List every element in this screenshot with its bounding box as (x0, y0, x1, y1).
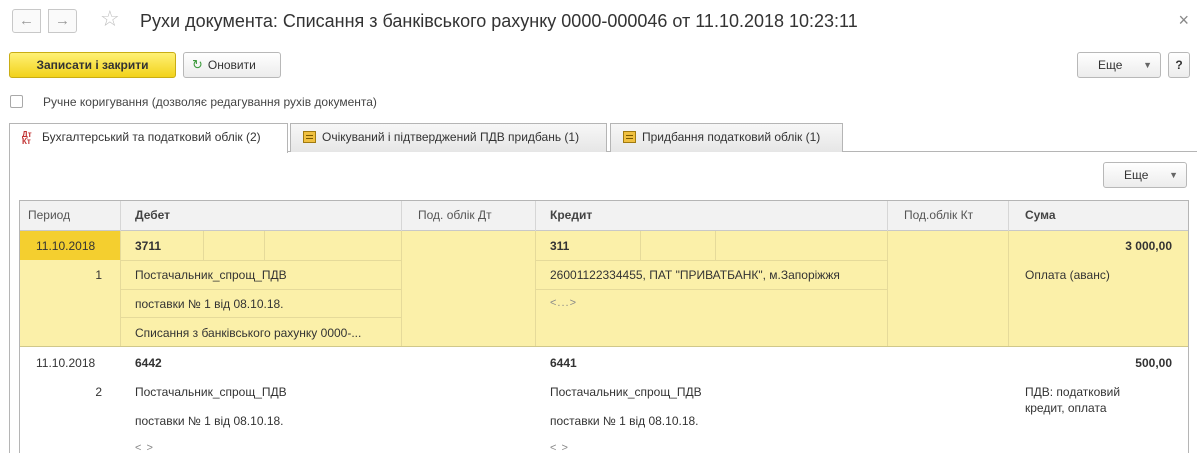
tab-accounting[interactable]: Дт Кт Бухгалтерський та податковий облік (… (9, 123, 288, 153)
register-icon (623, 130, 636, 143)
refresh-icon: ↻ (192, 57, 203, 72)
row-period: 11.10.2018 (36, 356, 96, 370)
register-icon (303, 130, 316, 143)
debit-account: 3711 (135, 239, 162, 253)
arrow-left-icon: ← (19, 12, 34, 29)
column-debit[interactable]: Дебет (121, 201, 402, 231)
more-menu-button[interactable]: Еще ▼ (1077, 52, 1161, 78)
credit-subconto-3: < > (550, 442, 569, 453)
dropdown-arrow-icon: ▼ (1169, 170, 1178, 180)
tab-purchases-tax[interactable]: Придбання податковий облік (1) (610, 123, 843, 152)
tab-vat-expected[interactable]: Очікуваний і підтверджений ПДВ придбань … (290, 123, 607, 152)
row-amount: 3 000,00 (1125, 239, 1172, 253)
column-credit[interactable]: Кредит (536, 201, 888, 231)
tab-label: Бухгалтерський та податковий облік (2) (42, 130, 261, 144)
tab-label: Придбання податковий облік (1) (642, 130, 821, 144)
credit-account: 311 (550, 239, 570, 253)
debit-subconto-1: Постачальник_спрощ_ПДВ (135, 385, 287, 399)
window-title: Рухи документа: Списання з банківського … (140, 11, 858, 31)
table-row[interactable]: 11.10.2018 1 3711 Постачальник_спрощ_ПДВ… (20, 231, 1188, 347)
table-header: Период Дебет Под. облік Дт Кредит Под.об… (20, 201, 1188, 231)
row-amount: 500,00 (1135, 356, 1172, 370)
column-period[interactable]: Период (20, 201, 121, 231)
tab-bar: Дт Кт Бухгалтерський та податковий облік (… (9, 123, 1197, 153)
column-sum[interactable]: Сума (1009, 201, 1188, 231)
refresh-button[interactable]: ↻ Оновити (183, 52, 281, 78)
close-icon[interactable]: × (1178, 10, 1189, 31)
debit-account: 6442 (135, 356, 162, 370)
credit-subconto-2: <...> (550, 297, 578, 309)
title-bar: ← → ☆ Рухи документа: Списання з банківс… (0, 0, 1197, 44)
back-button[interactable]: ← (12, 9, 41, 33)
row-content: ПДВ: податковий кредит, оплата (1025, 385, 1121, 415)
table-row[interactable]: 11.10.2018 2 6442 Постачальник_спрощ_ПДВ… (20, 347, 1188, 453)
credit-account: 6441 (550, 356, 577, 370)
row-content: Оплата (аванс) (1025, 268, 1110, 282)
refresh-label: Оновити (207, 58, 256, 72)
more-label: Еще (1098, 58, 1123, 72)
save-and-close-button[interactable]: Записати і закрити (9, 52, 176, 78)
manual-edit-label[interactable]: Ручне коригування (дозволяє редагування … (43, 95, 377, 109)
row-number: 1 (95, 268, 102, 282)
help-button[interactable]: ? (1168, 52, 1190, 78)
column-tax-credit[interactable]: Под.облік Кт (888, 201, 1009, 231)
credit-subconto-1: Постачальник_спрощ_ПДВ (550, 385, 702, 399)
command-bar: Записати і закрити ↻ Оновити Еще ▼ ? (0, 52, 1197, 82)
debit-subconto-3: Списання з банківського рахунку 0000-... (135, 326, 362, 340)
dropdown-arrow-icon: ▼ (1143, 60, 1152, 70)
debit-subconto-1: Постачальник_спрощ_ПДВ (135, 268, 287, 282)
debit-subconto-2: поставки № 1 від 08.10.18. (135, 297, 284, 311)
debit-subconto-3: < > (135, 442, 154, 453)
arrow-right-icon: → (55, 12, 70, 29)
movements-table[interactable]: Период Дебет Под. облік Дт Кредит Под.об… (19, 200, 1189, 453)
column-tax-debit[interactable]: Под. облік Дт (402, 201, 536, 231)
forward-button[interactable]: → (48, 9, 77, 33)
tab-label: Очікуваний і підтверджений ПДВ придбань … (322, 130, 580, 144)
more-label: Еще (1124, 168, 1149, 182)
manual-edit-checkbox[interactable] (10, 95, 23, 108)
dt-kt-icon: Дт Кт (22, 129, 32, 146)
row-period: 11.10.2018 (36, 239, 96, 253)
row-number: 2 (95, 385, 102, 399)
credit-subconto-2: поставки № 1 від 08.10.18. (550, 414, 699, 428)
tab-panel: Еще ▼ Период Дебет Под. облік Дт Кредит П… (9, 152, 1197, 453)
credit-subconto-1: 26001122334455, ПАТ "ПРИВАТБАНК", м.Запо… (550, 268, 840, 282)
favorite-star-icon[interactable]: ☆ (100, 6, 120, 32)
grid-more-button[interactable]: Еще ▼ (1103, 162, 1187, 188)
debit-subconto-2: поставки № 1 від 08.10.18. (135, 414, 284, 428)
